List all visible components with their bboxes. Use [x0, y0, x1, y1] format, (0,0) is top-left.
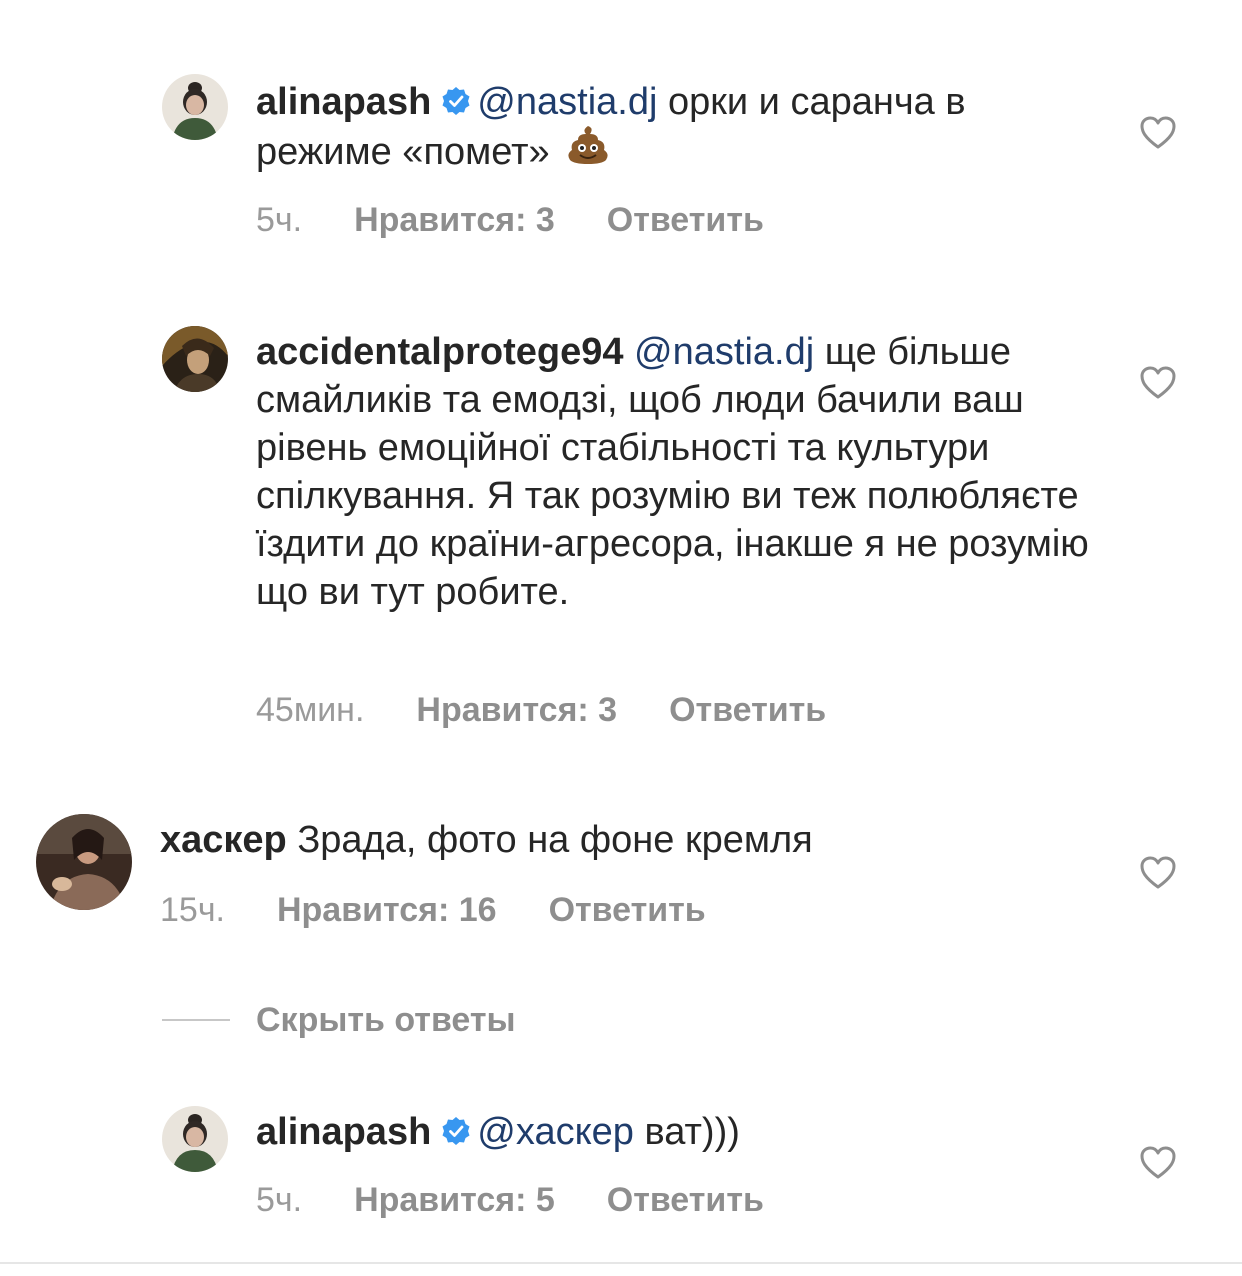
comment-text: accidentalprotege94 @nastia.dj ще більше…: [256, 328, 1106, 616]
comment-text: alinapash @хаскер ват))): [256, 1108, 1106, 1156]
mention-link[interactable]: @nastia.dj: [634, 331, 814, 373]
username[interactable]: accidentalprotege94: [256, 331, 623, 373]
reply-button[interactable]: Ответить: [549, 890, 706, 930]
username[interactable]: хаскер: [160, 819, 287, 861]
comment-body: ват))): [633, 1111, 740, 1153]
mention-link[interactable]: @хаскер: [477, 1111, 634, 1153]
reply-button[interactable]: Ответить: [607, 200, 764, 240]
reply-button[interactable]: Ответить: [669, 690, 826, 730]
likes-count[interactable]: Нравится: 3: [354, 200, 555, 240]
pile-of-poo-icon: [566, 122, 610, 178]
likes-count[interactable]: Нравится: 3: [416, 690, 617, 730]
comment-text: alinapash @nastia.dj орки и саранча в реж…: [256, 78, 1106, 182]
comment-time: 45мин.: [256, 691, 365, 729]
comment-body: Зрада, фото на фоне кремля: [286, 819, 813, 861]
hide-replies-label: Скрыть ответы: [256, 1000, 516, 1039]
hide-replies-button[interactable]: Скрыть ответы: [162, 1000, 516, 1040]
mention-link[interactable]: @nastia.dj: [477, 81, 657, 123]
hide-replies-divider: [162, 1019, 230, 1021]
likes-count[interactable]: Нравится: 5: [354, 1180, 555, 1220]
username[interactable]: alinapash: [256, 1111, 431, 1153]
comment-meta: 5ч. Нравится: 5 Ответить: [256, 1180, 764, 1220]
like-heart-icon[interactable]: [1140, 856, 1176, 890]
verified-badge-icon: [442, 86, 470, 115]
reply-button[interactable]: Ответить: [607, 1180, 764, 1220]
bottom-divider: [0, 1262, 1242, 1264]
like-heart-icon[interactable]: [1140, 116, 1176, 150]
username[interactable]: alinapash: [256, 81, 431, 123]
avatar[interactable]: [162, 74, 228, 140]
comment-body: ще більше смайликів та емодзі, щоб люди …: [256, 331, 1089, 613]
likes-count[interactable]: Нравится: 16: [277, 890, 497, 930]
comment-text: хаскер Зрада, фото на фоне кремля: [160, 816, 1110, 864]
comment-meta: 45мин. Нравится: 3 Ответить: [256, 690, 826, 730]
avatar[interactable]: [162, 326, 228, 392]
comment-time: 5ч.: [256, 1181, 303, 1219]
avatar[interactable]: [36, 814, 132, 910]
comment-time: 15ч.: [160, 891, 225, 929]
comment-time: 5ч.: [256, 201, 303, 239]
like-heart-icon[interactable]: [1140, 1146, 1176, 1180]
verified-badge-icon: [442, 1116, 470, 1145]
comment-meta: 15ч. Нравится: 16 Ответить: [160, 890, 706, 930]
comment-meta: 5ч. Нравится: 3 Ответить: [256, 200, 764, 240]
like-heart-icon[interactable]: [1140, 366, 1176, 400]
avatar[interactable]: [162, 1106, 228, 1172]
